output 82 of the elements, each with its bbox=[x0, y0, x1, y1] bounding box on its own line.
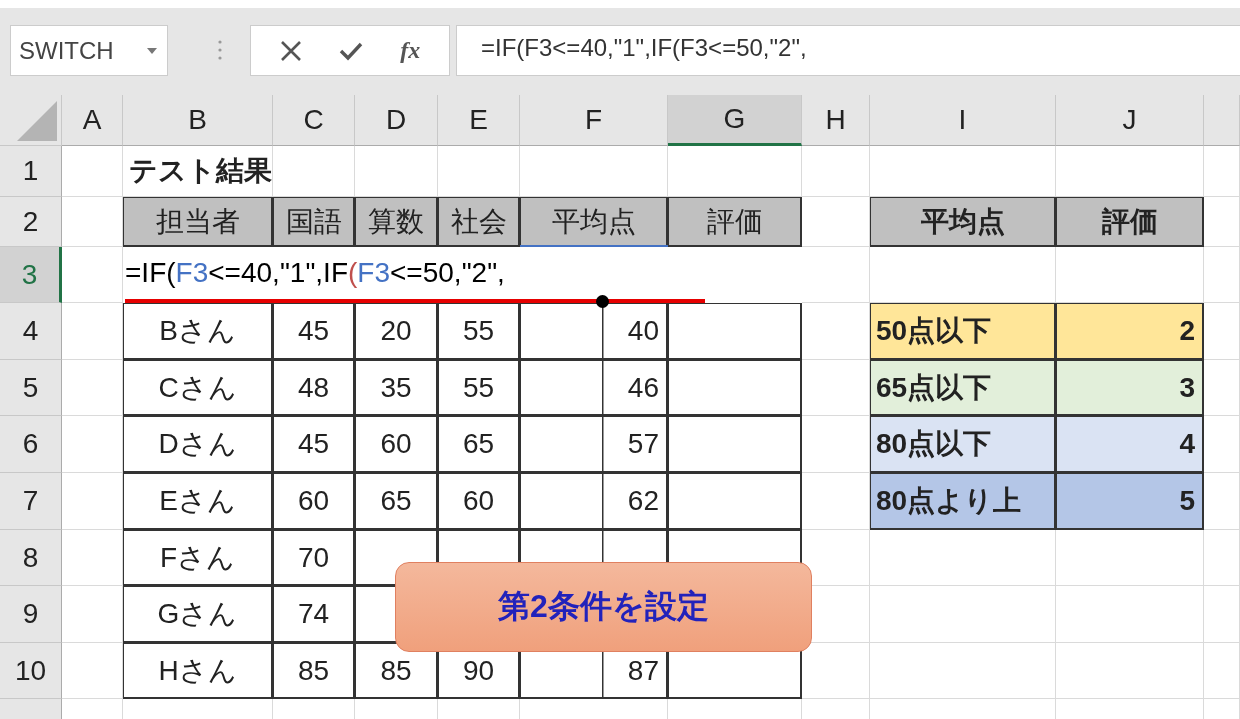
table-cell: Cさん bbox=[123, 360, 273, 416]
row-header[interactable]: 5 bbox=[0, 360, 62, 416]
table-header-cell: 評価 bbox=[668, 197, 802, 247]
table-cell: Gさん bbox=[123, 586, 273, 643]
empty-cell bbox=[1204, 643, 1240, 699]
row-header[interactable]: 7 bbox=[0, 473, 62, 530]
empty-cell bbox=[802, 146, 870, 197]
empty-cell bbox=[1204, 416, 1240, 473]
column-header[interactable]: D bbox=[355, 95, 438, 146]
row-header[interactable]: 6 bbox=[0, 416, 62, 473]
table-cell: 60 bbox=[273, 473, 355, 530]
table-cell: Fさん bbox=[123, 530, 273, 586]
column-header[interactable]: C bbox=[273, 95, 355, 146]
table-cell: 20 bbox=[355, 303, 438, 360]
empty-cell bbox=[1204, 303, 1240, 360]
row-header[interactable]: 2 bbox=[0, 197, 62, 247]
table-cell: 60 bbox=[355, 416, 438, 473]
table-cell: 57 bbox=[520, 416, 668, 473]
table-header-cell: 担当者 bbox=[123, 197, 273, 247]
table-cell: 45 bbox=[273, 416, 355, 473]
column-header[interactable]: E bbox=[438, 95, 520, 146]
table-cell: 74 bbox=[273, 586, 355, 643]
column-header[interactable]: H bbox=[802, 95, 870, 146]
cell-formula-text[interactable]: =IF(F3<=40,"1",IF(F3<=50,"2", bbox=[125, 257, 505, 289]
column-header[interactable]: J bbox=[1056, 95, 1204, 146]
table-cell: 4 bbox=[1056, 416, 1204, 473]
table-cell: 70 bbox=[273, 530, 355, 586]
table-header-cell: 国語 bbox=[273, 197, 355, 247]
row-header[interactable]: 4 bbox=[0, 303, 62, 360]
empty-cell bbox=[1204, 530, 1240, 586]
vertical-dots-icon bbox=[218, 40, 222, 60]
cancel-icon[interactable] bbox=[279, 39, 302, 62]
column-header[interactable]: I bbox=[870, 95, 1056, 146]
table-header-cell: 評価 bbox=[1056, 197, 1204, 247]
table-cell: 55 bbox=[438, 360, 520, 416]
table-cell: 35 bbox=[355, 360, 438, 416]
table-cell: 85 bbox=[273, 643, 355, 699]
name-box[interactable]: SWITCH bbox=[10, 25, 168, 76]
table-cell: Dさん bbox=[123, 416, 273, 473]
formula-field[interactable]: =IF(F3<=40,"1",IF(F3<=50,"2", bbox=[456, 25, 1240, 76]
table-cell: 60 bbox=[438, 473, 520, 530]
table-cell: 65点以下 bbox=[870, 360, 1056, 416]
empty-cell bbox=[1204, 247, 1240, 303]
column-header[interactable]: B bbox=[123, 95, 273, 146]
insert-function-button[interactable]: fx bbox=[400, 37, 421, 64]
table-cell: 48 bbox=[273, 360, 355, 416]
column-header[interactable]: F bbox=[520, 95, 668, 146]
row-header[interactable]: 9 bbox=[0, 586, 62, 643]
empty-cell bbox=[1204, 473, 1240, 530]
table-cell: 80点より上 bbox=[870, 473, 1056, 530]
table-cell: 55 bbox=[438, 303, 520, 360]
table-cell: Bさん bbox=[123, 303, 273, 360]
row-header[interactable]: 8 bbox=[0, 530, 62, 586]
table-cell: 3 bbox=[1056, 360, 1204, 416]
table-cell: 46 bbox=[520, 360, 668, 416]
empty-cell bbox=[1204, 586, 1240, 643]
table-cell: 2 bbox=[1056, 303, 1204, 360]
table-cell: 80点以下 bbox=[870, 416, 1056, 473]
column-header[interactable]: A bbox=[62, 95, 123, 146]
table-header-cell: 平均点 bbox=[520, 197, 668, 247]
callout-label: 第2条件を設定 bbox=[395, 562, 812, 652]
table-header-cell: 算数 bbox=[355, 197, 438, 247]
checkmark-icon[interactable] bbox=[339, 40, 363, 61]
table-cell: 45 bbox=[273, 303, 355, 360]
table-cell: 65 bbox=[438, 416, 520, 473]
dropdown-caret-icon[interactable] bbox=[147, 47, 157, 54]
column-header[interactable]: G bbox=[668, 95, 802, 146]
table-header-cell: 平均点 bbox=[870, 197, 1056, 247]
table-header-cell: 社会 bbox=[438, 197, 520, 247]
row-header[interactable]: 10 bbox=[0, 643, 62, 699]
row-header[interactable]: 3 bbox=[0, 247, 62, 303]
table-cell: 62 bbox=[520, 473, 668, 530]
table-cell: 40 bbox=[520, 303, 668, 360]
table-cell: Eさん bbox=[123, 473, 273, 530]
empty-cell bbox=[1204, 360, 1240, 416]
row-header[interactable]: 1 bbox=[0, 146, 62, 197]
table-cell: 50点以下 bbox=[870, 303, 1056, 360]
empty-cell bbox=[802, 247, 870, 303]
table-cell: Hさん bbox=[123, 643, 273, 699]
empty-cell bbox=[1204, 197, 1240, 247]
table-cell: 65 bbox=[355, 473, 438, 530]
table-cell: 5 bbox=[1056, 473, 1204, 530]
